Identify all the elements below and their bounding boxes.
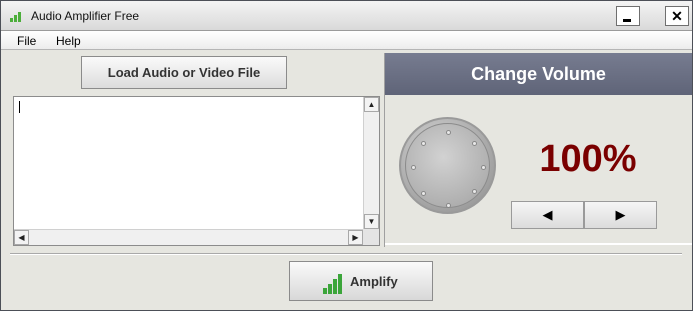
horizontal-scrollbar[interactable]: ◀ ▶	[14, 229, 363, 245]
window-title: Audio Amplifier Free	[31, 9, 140, 23]
scroll-up-icon[interactable]: ▲	[364, 97, 379, 112]
text-caret	[19, 101, 20, 113]
knob-tick	[421, 191, 426, 196]
scroll-down-icon[interactable]: ▼	[364, 214, 379, 229]
minimize-button[interactable]	[616, 6, 640, 26]
panel-divider	[385, 243, 692, 245]
knob-face	[405, 123, 490, 208]
menu-bar: File Help	[1, 31, 692, 50]
menu-help[interactable]: Help	[56, 34, 81, 48]
vertical-scrollbar[interactable]: ▲ ▼	[363, 97, 379, 229]
file-list-textbox[interactable]: ▲ ▼ ◀ ▶	[13, 96, 380, 246]
scrollbar-corner	[363, 229, 379, 245]
app-equalizer-icon	[10, 10, 24, 22]
knob-tick	[446, 130, 451, 135]
amplify-button[interactable]: Amplify	[289, 261, 433, 301]
knob-tick	[421, 141, 426, 146]
knob-tick	[446, 203, 451, 208]
horizontal-divider	[10, 253, 682, 255]
equalizer-bars-icon	[323, 274, 345, 294]
menu-file[interactable]: File	[17, 34, 36, 48]
scroll-left-icon[interactable]: ◀	[14, 230, 29, 245]
knob-tick	[481, 165, 486, 170]
knob-tick	[472, 189, 477, 194]
volume-percent: 100%	[539, 138, 637, 180]
title-bar[interactable]: Audio Amplifier Free ✕	[1, 1, 692, 31]
app-window: Audio Amplifier Free ✕ File Help Load Au…	[0, 0, 693, 311]
file-panel: Load Audio or Video File ▲ ▼ ◀ ▶	[6, 53, 380, 247]
change-volume-header: Change Volume	[385, 53, 692, 95]
volume-increase-button[interactable]: ▶	[584, 201, 657, 229]
amplify-label: Amplify	[350, 274, 398, 289]
knob-tick	[411, 165, 416, 170]
scroll-right-icon[interactable]: ▶	[348, 230, 363, 245]
close-button[interactable]: ✕	[665, 6, 689, 26]
load-file-button[interactable]: Load Audio or Video File	[81, 56, 287, 89]
volume-panel: Change Volume 100% ◀ ▶	[384, 53, 692, 247]
volume-decrease-button[interactable]: ◀	[511, 201, 584, 229]
volume-knob-icon[interactable]	[399, 117, 496, 214]
knob-tick	[472, 141, 477, 146]
